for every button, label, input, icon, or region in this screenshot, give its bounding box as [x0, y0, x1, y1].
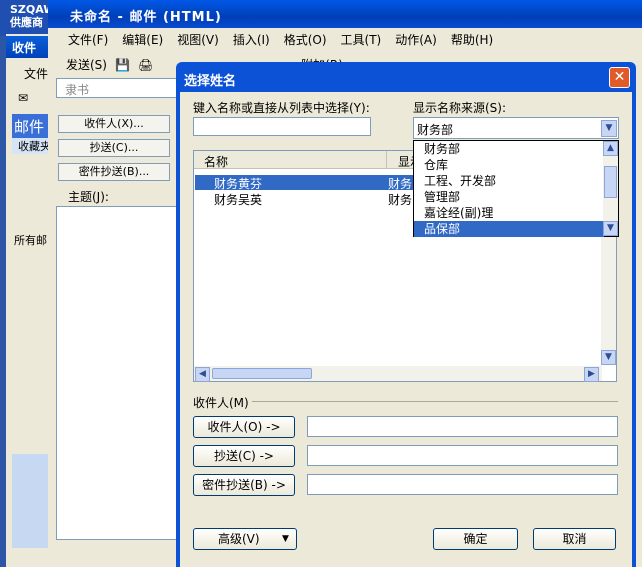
menu-item[interactable]: 插入(I) [233, 31, 270, 50]
separator [252, 401, 618, 402]
dialog-title: 选择姓名 [184, 74, 237, 89]
advanced-button-label: 高级(V) [218, 532, 260, 546]
list-item-name: 财务吴英 [214, 193, 263, 207]
source-option[interactable]: 财务部 [414, 141, 604, 157]
cc-field[interactable] [307, 445, 618, 466]
scroll-down-icon[interactable]: ▼ [601, 350, 616, 365]
cancel-button[interactable]: 取消 [533, 528, 616, 550]
outlook-title: 收件 [6, 36, 54, 58]
compose-subject-label: 主题(J): [68, 190, 109, 204]
desktop-title-line2: 供應商 [10, 16, 43, 29]
source-option[interactable]: 管理部 [414, 189, 604, 205]
menu-item[interactable]: 工具(T) [341, 31, 382, 50]
scroll-right-icon[interactable]: ▶ [584, 367, 599, 382]
compose-to-button[interactable]: 收件人(X)... [58, 115, 170, 133]
outlook-toolbar-new-icon[interactable]: ✉ [6, 88, 54, 112]
ok-button[interactable]: 确定 [433, 528, 518, 550]
advanced-button[interactable]: 高级(V) ▼ [193, 528, 297, 550]
menu-item[interactable]: 帮助(H) [451, 31, 493, 50]
account-field[interactable]: 隶书 [56, 78, 186, 98]
source-option[interactable]: 嘉诠经(副)理 [414, 205, 604, 221]
nav-buttons[interactable] [12, 454, 52, 548]
desktop-title-line1: SZQAWI [10, 3, 60, 16]
compose-menubar: 文件(F) 编辑(E) 视图(V) 插入(I) 格式(O) 工具(T) 动作(A) 帮助(H) [56, 28, 642, 50]
source-select-value: 财务部 [417, 123, 454, 137]
dropdown-scroll-thumb[interactable] [604, 166, 617, 198]
send-button[interactable]: 发送(S) [66, 56, 107, 73]
compose-bcc-button[interactable]: 密件抄送(B)... [58, 163, 170, 181]
bcc-button[interactable]: 密件抄送(B) -> [193, 474, 295, 496]
compose-body[interactable] [56, 206, 186, 540]
search-input[interactable] [193, 117, 371, 136]
horizontal-scroll-thumb[interactable] [212, 368, 312, 379]
desktop-window-title: SZQAWI 供應商 [0, 0, 60, 36]
menu-item[interactable]: 编辑(E) [122, 31, 163, 50]
cc-button[interactable]: 抄送(C) -> [193, 445, 295, 467]
source-select[interactable]: 财务部 [413, 117, 619, 139]
column-divider[interactable] [386, 151, 387, 168]
compose-title: 未命名 - 邮件 (HTML) [48, 0, 642, 28]
close-icon[interactable]: ✕ [609, 67, 630, 88]
to-button[interactable]: 收件人(O) -> [193, 416, 295, 438]
scroll-down-icon[interactable]: ▼ [603, 221, 618, 236]
save-icon[interactable]: 💾 [115, 58, 130, 72]
source-option[interactable]: 工程、开发部 [414, 173, 604, 189]
list-item-display: 财务 [388, 177, 413, 191]
column-header-name[interactable]: 名称 [204, 153, 228, 170]
menu-item[interactable]: 视图(V) [177, 31, 219, 50]
menu-item[interactable]: 文件(F) [68, 31, 108, 50]
scroll-up-icon[interactable]: ▲ [603, 141, 618, 156]
dropdown-arrow-icon: ▼ [282, 534, 289, 544]
list-item-name: 财务黄芬 [214, 177, 263, 191]
compose-cc-button[interactable]: 抄送(C)... [58, 139, 170, 157]
outlook-menu-file[interactable]: 文件 [6, 62, 54, 84]
to-field[interactable] [307, 416, 618, 437]
search-label: 键入名称或直接从列表中选择(Y): [193, 101, 370, 115]
bcc-field[interactable] [307, 474, 618, 495]
scroll-left-icon[interactable]: ◀ [195, 367, 210, 382]
source-label: 显示名称来源(S): [413, 101, 507, 115]
list-item-display: 财务 [388, 193, 413, 207]
source-option[interactable]: 仓库 [414, 157, 604, 173]
source-option-selected[interactable]: 品保部 [414, 221, 604, 237]
list-item[interactable]: 财务吴英 财务 [195, 191, 415, 207]
recipients-label: 收件人(M) [193, 396, 249, 410]
menu-item[interactable]: 格式(O) [284, 31, 327, 50]
menu-item[interactable]: 动作(A) [395, 31, 437, 50]
print-icon[interactable]: 🖨 [138, 58, 153, 72]
list-item[interactable]: 财务黄芬 财务 [195, 175, 415, 191]
chevron-down-icon[interactable]: ▼ [601, 120, 617, 137]
